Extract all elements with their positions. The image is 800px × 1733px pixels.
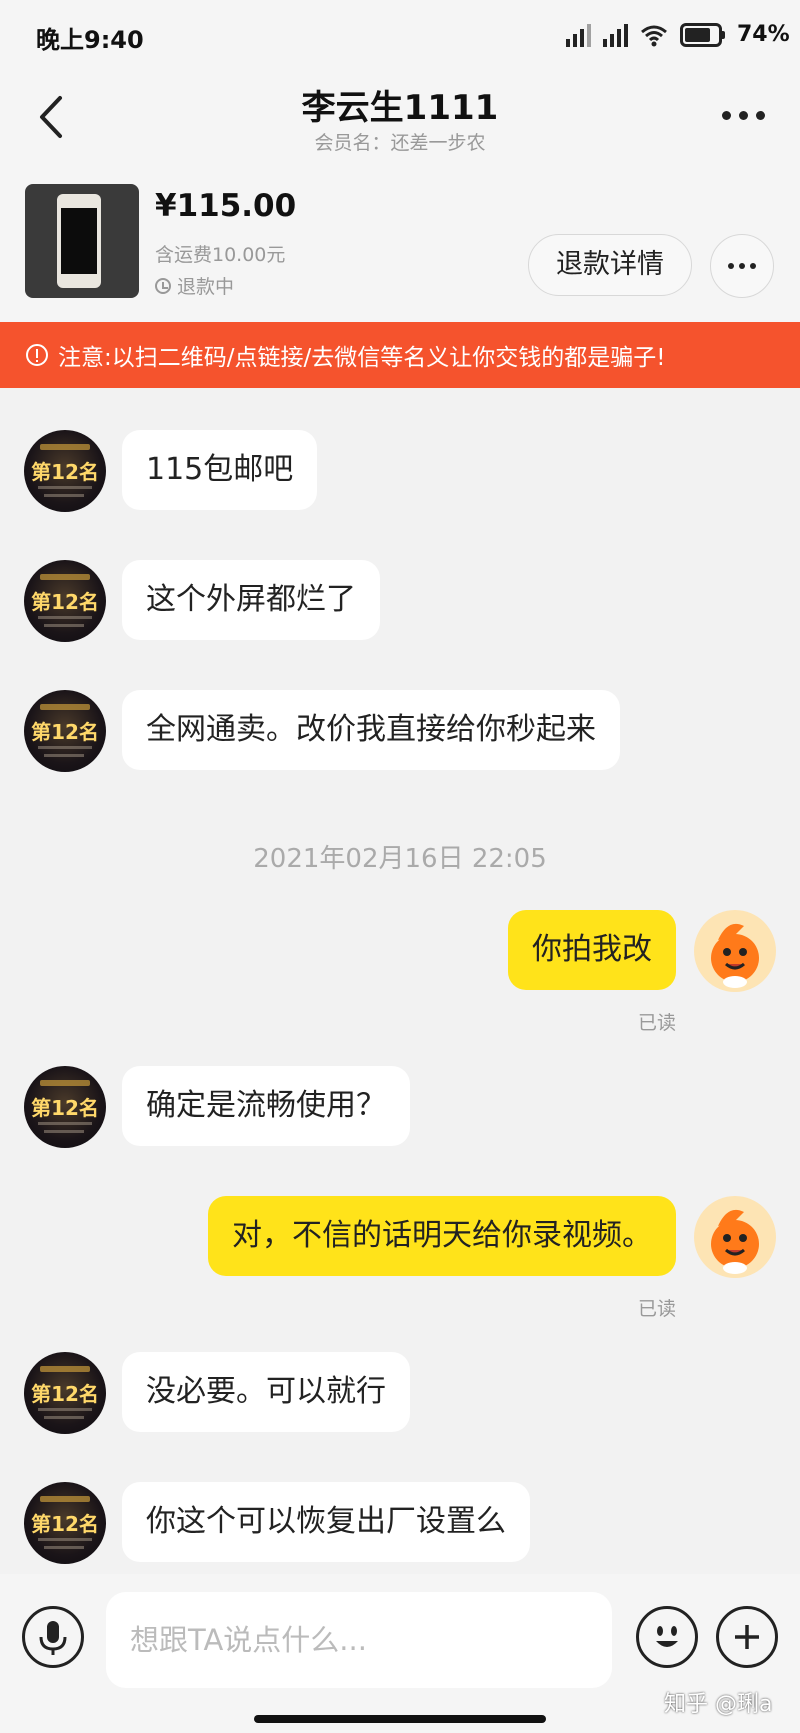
message-bubble[interactable]: 你这个可以恢复出厂设置么 bbox=[122, 1482, 530, 1562]
product-price: ¥115.00 bbox=[155, 188, 297, 224]
refund-status: 退款中 bbox=[155, 272, 234, 299]
member-name: 会员名：还差一步农 bbox=[314, 132, 486, 154]
warning-text: 注意:以扫二维码/点链接/去微信等名义让你交钱的都是骗子! bbox=[58, 345, 666, 371]
battery-level: 74% bbox=[737, 22, 790, 47]
signal-icon bbox=[603, 23, 628, 47]
product-image[interactable] bbox=[25, 184, 139, 298]
contact-name: 李云生1111 bbox=[301, 88, 499, 128]
voice-button[interactable] bbox=[22, 1606, 84, 1668]
more-options-button[interactable] bbox=[722, 100, 770, 130]
my-avatar[interactable] bbox=[694, 1196, 776, 1278]
home-indicator[interactable] bbox=[254, 1715, 546, 1723]
contact-avatar[interactable]: 第12名 bbox=[24, 690, 106, 772]
warning-icon bbox=[26, 344, 48, 366]
refund-status-text: 退款中 bbox=[177, 276, 235, 298]
refund-details-button[interactable]: 退款详情 bbox=[528, 234, 692, 296]
read-receipt: 已读 bbox=[638, 1012, 677, 1034]
emoji-button[interactable] bbox=[636, 1606, 698, 1668]
contact-avatar[interactable]: 第12名 bbox=[24, 1352, 106, 1434]
signal-icon bbox=[566, 23, 591, 47]
my-message-bubble[interactable]: 你拍我改 bbox=[508, 910, 676, 990]
my-avatar[interactable] bbox=[694, 910, 776, 992]
zhihu-watermark: 知乎 @琍a bbox=[664, 1692, 773, 1717]
message-input[interactable]: 想跟TA说点什么... bbox=[106, 1592, 612, 1688]
message-bubble[interactable]: 这个外屏都烂了 bbox=[122, 560, 380, 640]
plus-icon bbox=[735, 1625, 759, 1649]
mascot-icon bbox=[711, 1209, 759, 1274]
contact-avatar[interactable]: 第12名 bbox=[24, 1482, 106, 1564]
battery-icon bbox=[680, 22, 725, 47]
microphone-icon bbox=[39, 1621, 67, 1655]
emoji-icon bbox=[656, 1626, 678, 1647]
contact-avatar[interactable]: 第12名 bbox=[24, 560, 106, 642]
message-bubble[interactable]: 确定是流畅使用？ bbox=[122, 1066, 410, 1146]
status-icons: 74% bbox=[566, 22, 790, 47]
scam-warning-banner: 注意:以扫二维码/点链接/去微信等名义让你交钱的都是骗子! bbox=[0, 322, 800, 388]
mascot-icon bbox=[711, 923, 759, 988]
my-message-bubble[interactable]: 对，不信的话明天给你录视频。 bbox=[208, 1196, 676, 1276]
product-shipping: 含运费10.00元 bbox=[155, 244, 286, 266]
status-time: 晚上9:40 bbox=[36, 26, 144, 54]
wifi-icon bbox=[641, 25, 667, 46]
add-attachment-button[interactable] bbox=[716, 1606, 778, 1668]
message-bubble[interactable]: 115包邮吧 bbox=[122, 430, 318, 510]
read-receipt: 已读 bbox=[638, 1298, 677, 1320]
chat-timestamp: 2021年02月16日 22:05 bbox=[253, 844, 547, 874]
message-bubble[interactable]: 全网通卖。改价我直接给你秒起来 bbox=[122, 690, 620, 770]
order-more-button[interactable] bbox=[710, 234, 774, 298]
clock-icon bbox=[155, 277, 171, 294]
message-bubble[interactable]: 没必要。可以就行 bbox=[122, 1352, 410, 1432]
contact-avatar[interactable]: 第12名 bbox=[24, 1066, 106, 1148]
contact-avatar[interactable]: 第12名 bbox=[24, 430, 106, 512]
